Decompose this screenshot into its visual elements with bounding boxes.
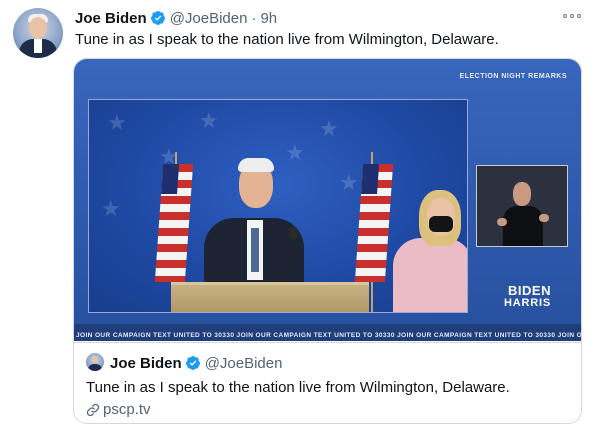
more-options-icon[interactable] [560, 8, 584, 24]
quote-header: Joe Biden @JoeBiden [110, 354, 282, 372]
quote-text: Tune in as I speak to the nation live fr… [86, 379, 510, 396]
quote-link-text[interactable]: pscp.tv [103, 401, 151, 418]
avatar[interactable] [13, 8, 63, 58]
video-thumbnail[interactable]: ELECTION NIGHT REMARKS ★ ★ ★ ★ ★ ★ ★ BID… [74, 59, 581, 341]
verified-badge-icon [185, 356, 200, 370]
quote-avatar [86, 353, 104, 371]
timestamp[interactable]: 9h [260, 10, 277, 27]
link-icon [86, 403, 100, 416]
ticker-banner: JOIN OUR CAMPAIGN TEXT UNITED TO 30330 J… [74, 324, 581, 341]
quoted-link-card[interactable]: Joe Biden @JoeBiden Tune in as I speak t… [74, 342, 581, 423]
sign-language-inset [476, 165, 568, 247]
separator-dot: · [251, 9, 257, 27]
quote-author-name: Joe Biden [110, 354, 182, 372]
author-name[interactable]: Joe Biden [75, 10, 147, 27]
video-eyebrow: ELECTION NIGHT REMARKS [459, 73, 567, 80]
author-handle[interactable]: @JoeBiden [170, 10, 248, 27]
tweet-text: Tune in as I speak to the nation live fr… [75, 31, 499, 48]
podium [171, 282, 369, 312]
quote-link[interactable]: pscp.tv [86, 401, 151, 418]
quote-author-handle: @JoeBiden [204, 354, 283, 372]
stage-scene: ★ ★ ★ ★ ★ ★ ★ [88, 99, 468, 313]
media-card[interactable]: ELECTION NIGHT REMARKS ★ ★ ★ ★ ★ ★ ★ BID… [73, 58, 582, 424]
verified-badge-icon [150, 11, 165, 25]
tweet-header: Joe Biden @JoeBiden · 9h [75, 8, 277, 28]
tweet[interactable]: Joe Biden @JoeBiden · 9h Tune in as I sp… [0, 0, 600, 428]
campaign-logo: BIDEN HARRIS [504, 283, 551, 309]
